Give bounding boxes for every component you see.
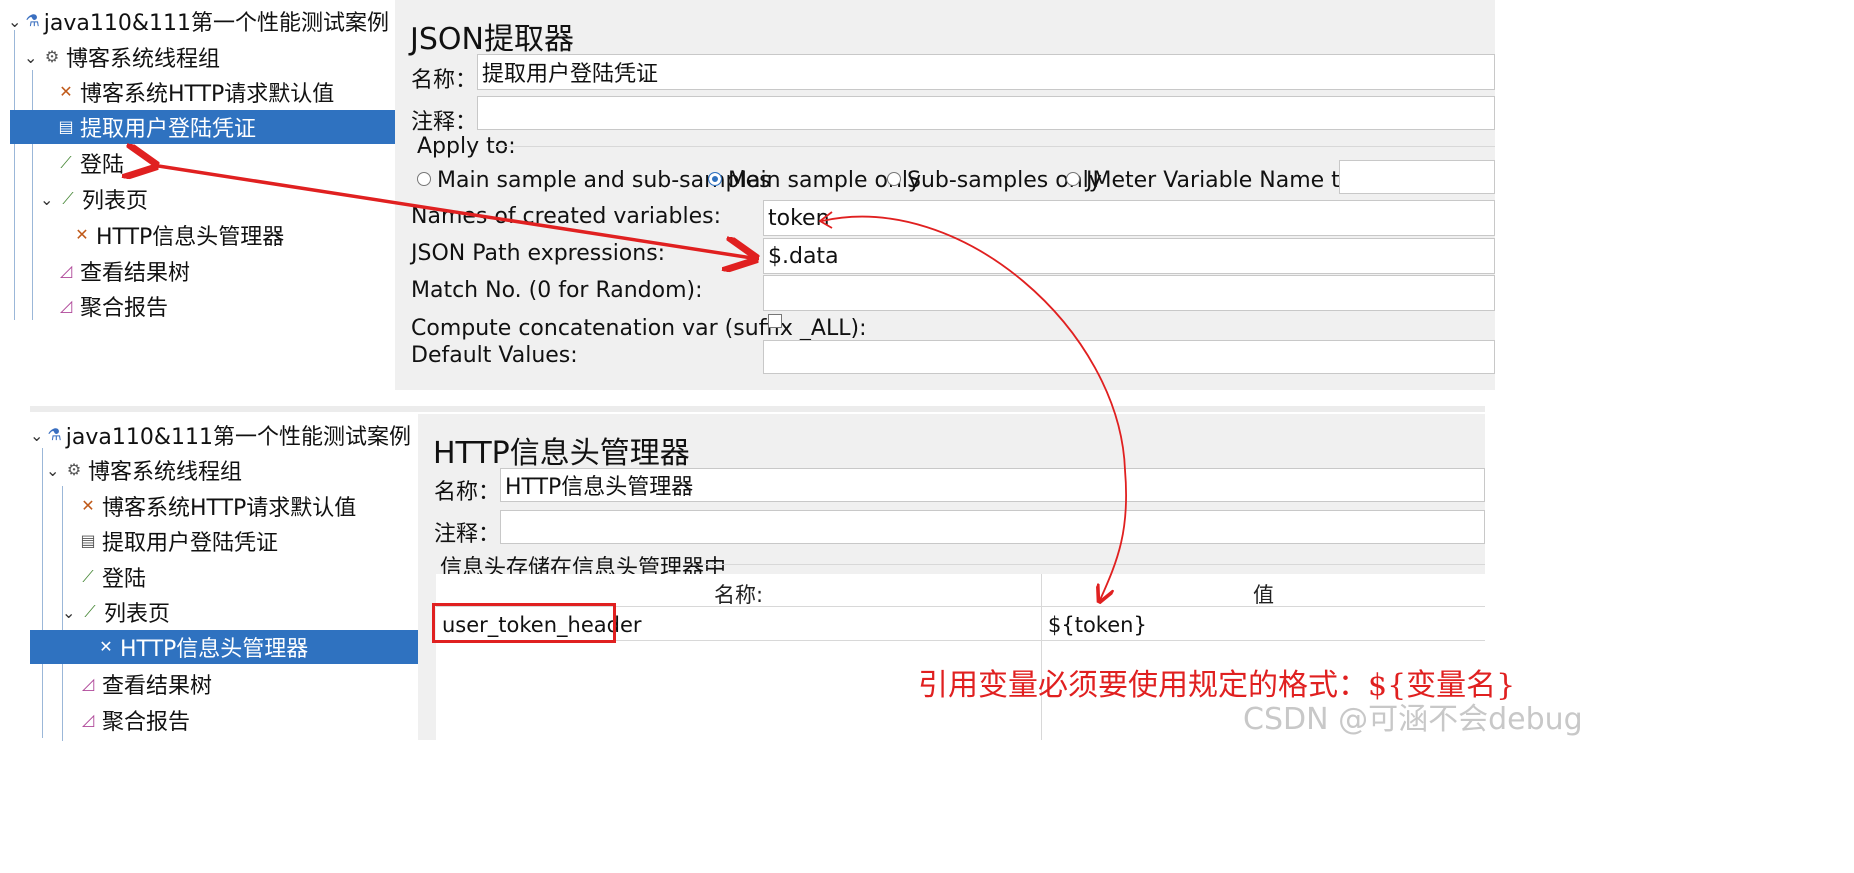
login-to-jsonpath-arrow <box>152 165 752 258</box>
token-to-header-arrow <box>821 215 1128 600</box>
annotation-arrows <box>0 0 1128 873</box>
